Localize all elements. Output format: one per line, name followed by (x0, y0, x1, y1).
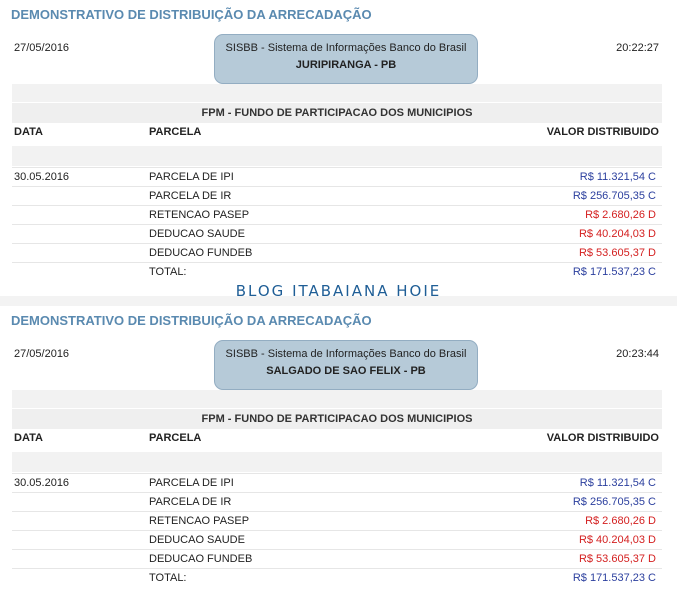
distribution-table: 30.05.2016 PARCELA DE IPI R$ 11.321,54 C… (12, 473, 662, 587)
row-parcela: DEDUCAO SAUDE (149, 534, 245, 546)
row-valor: R$ 11.321,54 C (579, 171, 656, 183)
row-parcela: RETENCAO PASEP (149, 515, 250, 527)
banner-system-name: SISBB - Sistema de Informações Banco do … (225, 42, 467, 54)
row-parcela: PARCELA DE IR (149, 496, 232, 508)
row-valor: R$ 256.705,35 C (572, 190, 656, 202)
row-valor: R$ 53.605,37 D (578, 247, 656, 259)
row-parcela: DEDUCAO FUNDEB (149, 247, 253, 259)
report-heading: DEMONSTRATIVO DE DISTRIBUIÇÃO DA ARRECAD… (11, 7, 372, 22)
table-row: DEDUCAO FUNDEB R$ 53.605,37 D (12, 243, 662, 262)
column-header-parcela: PARCELA (149, 126, 202, 138)
row-parcela: PARCELA DE IR (149, 190, 232, 202)
sisbb-banner: SISBB - Sistema de Informações Banco do … (214, 340, 478, 390)
row-date: 30.05.2016 (14, 477, 70, 489)
column-header-parcela: PARCELA (149, 432, 202, 444)
row-parcela: TOTAL: (149, 266, 187, 278)
row-valor: R$ 171.537,23 C (572, 266, 656, 278)
spacer-stripe (12, 452, 662, 472)
table-row: 30.05.2016 PARCELA DE IPI R$ 11.321,54 C (12, 167, 662, 186)
row-valor: R$ 53.605,37 D (578, 553, 656, 565)
column-header-data: DATA (14, 126, 43, 138)
section-title: FPM - FUNDO DE PARTICIPACAO DOS MUNICIPI… (12, 409, 662, 429)
row-parcela: DEDUCAO FUNDEB (149, 553, 253, 565)
banner-municipality: SALGADO DE SAO FELIX - PB (266, 365, 426, 377)
table-row: DEDUCAO SAUDE R$ 40.204,03 D (12, 224, 662, 243)
banner-municipality: JURIPIRANGA - PB (295, 59, 397, 71)
report-salgado-de-sao-felix: DEMONSTRATIVO DE DISTRIBUIÇÃO DA ARRECAD… (0, 306, 677, 602)
row-parcela: RETENCAO PASEP (149, 209, 250, 221)
row-valor: R$ 256.705,35 C (572, 496, 656, 508)
spacer-stripe (12, 390, 662, 408)
row-parcela: TOTAL: (149, 572, 187, 584)
row-valor: R$ 2.680,26 D (585, 515, 656, 527)
column-header-valor: VALOR DISTRIBUIDO (546, 126, 659, 138)
table-row: RETENCAO PASEP R$ 2.680,26 D (12, 511, 662, 530)
row-valor: R$ 11.321,54 C (579, 477, 656, 489)
row-parcela: PARCELA DE IPI (149, 171, 234, 183)
report-date: 27/05/2016 (14, 42, 70, 54)
column-header-data: DATA (14, 432, 43, 444)
table-row: 30.05.2016 PARCELA DE IPI R$ 11.321,54 C (12, 473, 662, 492)
report-divider (0, 296, 677, 306)
table-row: PARCELA DE IR R$ 256.705,35 C (12, 186, 662, 205)
table-row: DEDUCAO FUNDEB R$ 53.605,37 D (12, 549, 662, 568)
report-juripiranga: DEMONSTRATIVO DE DISTRIBUIÇÃO DA ARRECAD… (0, 0, 677, 300)
table-row-total: TOTAL: R$ 171.537,23 C (12, 262, 662, 281)
table-row-total: TOTAL: R$ 171.537,23 C (12, 568, 662, 587)
table-row: PARCELA DE IR R$ 256.705,35 C (12, 492, 662, 511)
row-date: 30.05.2016 (14, 171, 70, 183)
row-valor: R$ 2.680,26 D (585, 209, 656, 221)
spacer-stripe (12, 84, 662, 102)
row-valor: R$ 171.537,23 C (572, 572, 656, 584)
report-heading: DEMONSTRATIVO DE DISTRIBUIÇÃO DA ARRECAD… (11, 313, 372, 328)
banner-system-name: SISBB - Sistema de Informações Banco do … (225, 348, 467, 360)
spacer-stripe (12, 146, 662, 166)
table-row: DEDUCAO SAUDE R$ 40.204,03 D (12, 530, 662, 549)
report-date: 27/05/2016 (14, 348, 70, 360)
report-time: 20:22:27 (616, 42, 659, 54)
table-row: RETENCAO PASEP R$ 2.680,26 D (12, 205, 662, 224)
column-header-valor: VALOR DISTRIBUIDO (546, 432, 659, 444)
row-parcela: DEDUCAO SAUDE (149, 228, 245, 240)
section-title: FPM - FUNDO DE PARTICIPACAO DOS MUNICIPI… (12, 103, 662, 123)
distribution-table: 30.05.2016 PARCELA DE IPI R$ 11.321,54 C… (12, 167, 662, 281)
report-time: 20:23:44 (616, 348, 659, 360)
sisbb-banner: SISBB - Sistema de Informações Banco do … (214, 34, 478, 84)
row-valor: R$ 40.204,03 D (578, 534, 656, 546)
row-valor: R$ 40.204,03 D (578, 228, 656, 240)
row-parcela: PARCELA DE IPI (149, 477, 234, 489)
